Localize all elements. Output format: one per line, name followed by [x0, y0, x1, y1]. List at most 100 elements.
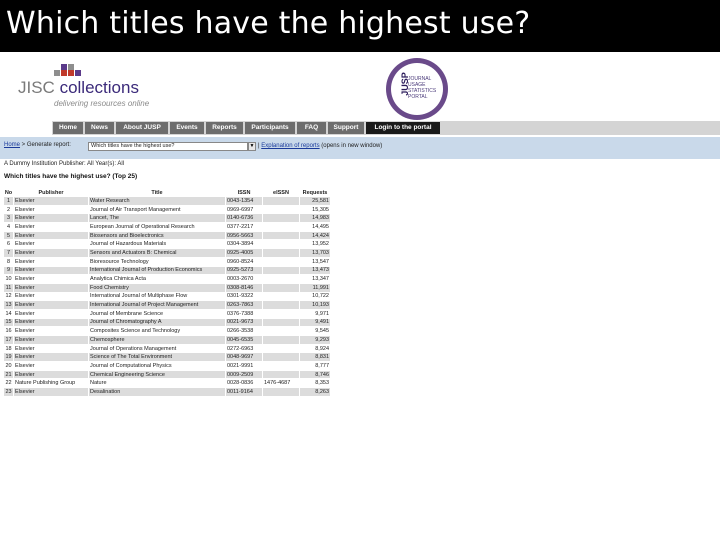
- col-header-no[interactable]: No: [3, 188, 14, 197]
- cell-publisher: Nature Publishing Group: [13, 378, 89, 389]
- cell-no: 10: [3, 274, 14, 284]
- cell-issn: 0266-3538: [225, 326, 263, 336]
- cell-issn: 0021-9991: [225, 361, 263, 371]
- table-row: 9 Elsevier International Journal of Produc…: [3, 265, 331, 276]
- table-row: 5 Elsevier Biosensors and Bioelectronics 09…: [3, 230, 331, 241]
- cell-publisher: Elsevier: [13, 387, 89, 397]
- cell-requests: 13,547: [299, 256, 331, 267]
- chevron-down-icon[interactable]: ▼: [248, 142, 256, 151]
- cell-publisher: Elsevier: [13, 248, 89, 258]
- nav-home[interactable]: Home: [53, 122, 83, 134]
- jusp-lines: JOURNAL USAGE STATISTICS PORTAL: [408, 76, 437, 100]
- cell-issn: 0925-5273: [225, 265, 263, 276]
- cell-no: 7: [3, 248, 14, 258]
- cell-issn: 0969-6997: [225, 204, 263, 215]
- cell-title: International Journal of Multiphase Flow: [88, 291, 226, 302]
- cell-no: 21: [3, 369, 14, 380]
- cell-no: 15: [3, 317, 14, 328]
- cell-title: Composites Science and Technology: [88, 326, 226, 336]
- cell-requests: 13,703: [299, 248, 331, 258]
- nav-events[interactable]: Events: [170, 122, 204, 134]
- cell-issn: 0376-7388: [225, 308, 263, 319]
- cell-requests: 8,263: [299, 387, 331, 397]
- cell-eissn: [262, 369, 300, 380]
- cell-requests: 13,473: [299, 265, 331, 276]
- cell-eissn: [262, 248, 300, 258]
- cell-issn: 0956-5663: [225, 230, 263, 241]
- cell-requests: 9,971: [299, 308, 331, 319]
- cell-title: International Journal of Project Managem…: [88, 300, 226, 310]
- col-header-requests[interactable]: Requests: [299, 188, 331, 197]
- nav-reports[interactable]: Reports: [206, 122, 243, 134]
- cell-title: Journal of Computational Physics: [88, 361, 226, 371]
- cell-publisher: Elsevier: [13, 256, 89, 267]
- cell-publisher: Elsevier: [13, 230, 89, 241]
- cell-title: Analytica Chimica Acta: [88, 274, 226, 284]
- table-row: 12 Elsevier International Journal of Multi…: [3, 291, 331, 302]
- cell-publisher: Elsevier: [13, 274, 89, 284]
- table-row: 10 Elsevier Analytica Chimica Acta 0003-267…: [3, 274, 331, 284]
- nav-about[interactable]: About JUSP: [116, 122, 168, 134]
- cell-requests: 10,722: [299, 291, 331, 302]
- cell-eissn: [262, 256, 300, 267]
- col-header-issn[interactable]: ISSN: [225, 188, 263, 197]
- cell-publisher: Elsevier: [13, 317, 89, 328]
- cell-requests: 9,293: [299, 335, 331, 345]
- cell-eissn: [262, 317, 300, 328]
- cell-title: European Journal of Operational Research: [88, 222, 226, 232]
- cell-title: Sensors and Actuators B: Chemical: [88, 248, 226, 258]
- cell-no: 17: [3, 335, 14, 345]
- cell-eissn: [262, 239, 300, 250]
- table-row: 2 Elsevier Journal of Air Transport Manage…: [3, 204, 331, 215]
- cell-issn: 0960-8524: [225, 256, 263, 267]
- cell-issn: 0301-9322: [225, 291, 263, 302]
- cell-requests: 8,353: [299, 378, 331, 389]
- cell-title: Journal of Membrane Science: [88, 308, 226, 319]
- nav-faq[interactable]: FAQ: [297, 122, 326, 134]
- cell-no: 1: [3, 196, 14, 206]
- cell-requests: 10,193: [299, 300, 331, 310]
- cell-issn: 0377-2217: [225, 222, 263, 232]
- table-row: 15 Elsevier Journal of Chromatography A 002…: [3, 317, 331, 328]
- cell-no: 6: [3, 239, 14, 250]
- cell-publisher: Elsevier: [13, 352, 89, 363]
- report-select[interactable]: Which titles have the highest use?: [88, 142, 248, 151]
- cell-issn: 0925-4005: [225, 248, 263, 258]
- jisc-wordmark: JISC collections: [18, 78, 139, 97]
- cell-issn: 0140-6736: [225, 213, 263, 224]
- nav-news[interactable]: News: [85, 122, 114, 134]
- cell-issn: 0263-7863: [225, 300, 263, 310]
- table-row: 20 Elsevier Journal of Computational Physi…: [3, 361, 331, 371]
- table-row: 23 Elsevier Desalination 0011-9164 8,263: [3, 387, 331, 397]
- cell-issn: 0272-6963: [225, 343, 263, 354]
- nav-login[interactable]: Login to the portal: [366, 122, 440, 134]
- cell-title: Lancet, The: [88, 213, 226, 224]
- col-header-eissn[interactable]: eISSN: [262, 188, 300, 197]
- cell-publisher: Elsevier: [13, 335, 89, 345]
- cell-publisher: Elsevier: [13, 265, 89, 276]
- jusp-logo[interactable]: JUSP JOURNAL USAGE STATISTICS PORTAL: [386, 58, 448, 120]
- col-header-publisher[interactable]: Publisher: [13, 188, 89, 197]
- cell-requests: 8,831: [299, 352, 331, 363]
- table-row: 22 Nature Publishing Group Nature 0028-0836…: [3, 378, 331, 389]
- cell-title: Biosensors and Bioelectronics: [88, 230, 226, 241]
- col-header-title[interactable]: Title: [88, 188, 226, 197]
- cell-publisher: Elsevier: [13, 300, 89, 310]
- cell-eissn: [262, 291, 300, 302]
- cell-requests: 14,983: [299, 213, 331, 224]
- cell-publisher: Elsevier: [13, 361, 89, 371]
- explanation-of-reports-link[interactable]: Explanation of reports: [261, 143, 319, 149]
- cell-title: Desalination: [88, 387, 226, 397]
- table-row: 17 Elsevier Chemosphere 0045-6535 9,293: [3, 335, 331, 345]
- breadcrumb-home-link[interactable]: Home: [4, 142, 20, 148]
- cell-publisher: Elsevier: [13, 326, 89, 336]
- cell-requests: 14,495: [299, 222, 331, 232]
- nav-support[interactable]: Support: [328, 122, 364, 134]
- nav-participants[interactable]: Participants: [245, 122, 295, 134]
- jisc-collections-logo[interactable]: JISC collections delivering resources on…: [18, 64, 149, 108]
- cell-title: Food Chemistry: [88, 282, 226, 293]
- results-table: No Publisher Title ISSN eISSN Requests 1…: [3, 188, 331, 397]
- table-header-row: No Publisher Title ISSN eISSN Requests: [3, 188, 331, 197]
- cell-requests: 8,746: [299, 369, 331, 380]
- table-row: 7 Elsevier Sensors and Actuators B: Chemic…: [3, 248, 331, 258]
